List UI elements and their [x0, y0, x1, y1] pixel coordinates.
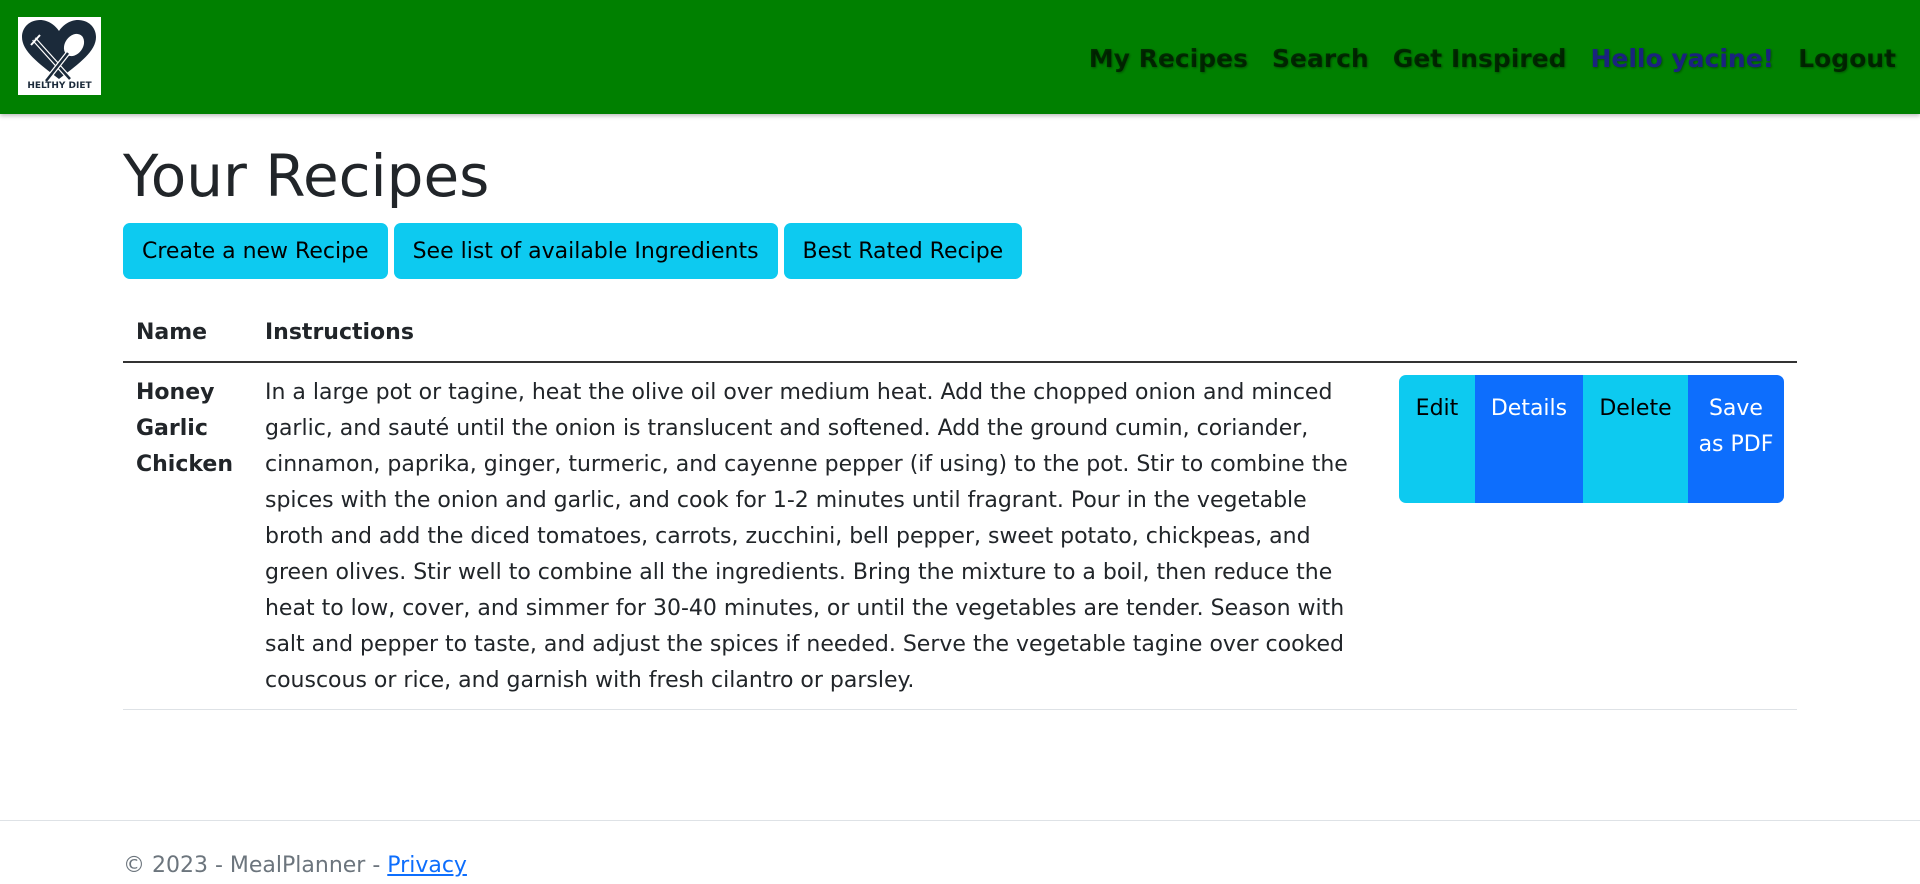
nav-get-inspired[interactable]: Get Inspired — [1393, 44, 1567, 73]
best-rated-button[interactable]: Best Rated Recipe — [783, 223, 1023, 279]
table-header-row: Name Instructions — [123, 306, 1797, 363]
table-row: Honey Garlic Chicken In a large pot or t… — [123, 362, 1797, 710]
footer: © 2023 - MealPlanner - Privacy — [0, 820, 1920, 884]
brand-text: HELTHY DIET — [27, 81, 92, 91]
header-actions — [1377, 306, 1797, 363]
nav-logout[interactable]: Logout — [1798, 44, 1896, 73]
delete-button[interactable]: Delete — [1582, 375, 1688, 503]
nav-links: My Recipes Search Get Inspired Hello yac… — [1089, 40, 1896, 76]
nav-search[interactable]: Search — [1272, 44, 1369, 73]
nav-my-recipes[interactable]: My Recipes — [1089, 44, 1248, 73]
recipe-instructions: In a large pot or tagine, heat the olive… — [251, 362, 1378, 710]
save-pdf-button[interactable]: Save as PDF — [1687, 375, 1784, 503]
action-button-group: Edit Details Delete Save as PDF — [1398, 375, 1784, 503]
create-recipe-button[interactable]: Create a new Recipe — [123, 223, 388, 279]
copyright-text: © 2023 - MealPlanner - — [123, 853, 388, 878]
details-button[interactable]: Details — [1474, 375, 1583, 503]
recipe-actions: Edit Details Delete Save as PDF — [1377, 362, 1797, 710]
recipes-table: Name Instructions Honey Garlic Chicken I… — [123, 306, 1797, 710]
action-buttons: Create a new Recipe See list of availabl… — [123, 223, 1023, 279]
privacy-link[interactable]: Privacy — [387, 853, 467, 878]
recipe-name: Honey Garlic Chicken — [123, 362, 252, 710]
brand-logo[interactable]: HELTHY DIET — [18, 17, 101, 95]
navbar: HELTHY DIET My Recipes Search Get Inspir… — [0, 0, 1920, 114]
header-name: Name — [123, 306, 252, 363]
footer-text: © 2023 - MealPlanner - Privacy — [123, 853, 467, 878]
nav-user-greeting[interactable]: Hello yacine! — [1590, 44, 1774, 73]
header-instructions: Instructions — [251, 306, 1378, 363]
ingredients-list-button[interactable]: See list of available Ingredients — [393, 223, 778, 279]
edit-button[interactable]: Edit — [1398, 375, 1475, 503]
page-title: Your Recipes — [123, 142, 490, 210]
